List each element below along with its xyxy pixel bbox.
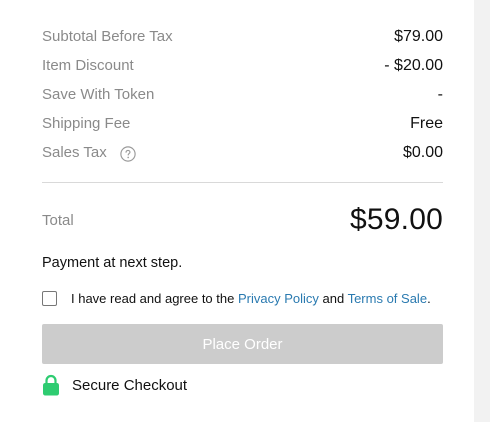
scroll-area-edge xyxy=(474,0,490,422)
shipping-fee-value: Free xyxy=(410,114,443,132)
secure-checkout-label: Secure Checkout xyxy=(72,376,188,394)
lock-icon xyxy=(42,374,60,396)
agreement-row: I have read and agree to the Privacy Pol… xyxy=(42,291,443,306)
agreement-checkbox[interactable] xyxy=(42,291,57,306)
item-discount-row: Item Discount - $20.00 xyxy=(42,51,443,80)
agreement-text: I have read and agree to the Privacy Pol… xyxy=(71,291,431,306)
shipping-fee-label: Shipping Fee xyxy=(42,115,131,132)
checkout-summary-page: Subtotal Before Tax $79.00 Item Discount… xyxy=(0,0,490,422)
token-savings-row: Save With Token - xyxy=(42,80,443,109)
subtotal-row: Subtotal Before Tax $79.00 xyxy=(42,22,443,51)
sales-tax-label: Sales Tax xyxy=(42,144,107,161)
place-order-button[interactable]: Place Order xyxy=(42,324,443,364)
payment-note: Payment at next step. xyxy=(42,255,183,271)
secure-checkout-row: Secure Checkout xyxy=(42,374,443,396)
subtotal-value: $79.00 xyxy=(394,27,443,45)
agreement-suffix: . xyxy=(427,291,431,306)
summary-divider xyxy=(42,182,443,183)
agreement-middle: and xyxy=(318,291,348,306)
subtotal-label: Subtotal Before Tax xyxy=(42,28,173,45)
sales-tax-row: Sales Tax $0.00 xyxy=(42,138,443,167)
token-savings-label: Save With Token xyxy=(42,86,155,103)
terms-of-sale-link[interactable]: Terms of Sale xyxy=(348,291,427,306)
total-label: Total xyxy=(42,211,74,229)
item-discount-label: Item Discount xyxy=(42,57,134,74)
token-savings-value: - xyxy=(437,85,443,103)
total-value: $59.00 xyxy=(350,203,443,236)
agreement-prefix: I have read and agree to the xyxy=(71,291,238,306)
item-discount-value: - $20.00 xyxy=(384,56,443,74)
shipping-fee-row: Shipping Fee Free xyxy=(42,109,443,138)
total-row: Total $59.00 xyxy=(42,200,443,240)
privacy-policy-link[interactable]: Privacy Policy xyxy=(238,291,319,306)
order-summary-panel: Subtotal Before Tax $79.00 Item Discount… xyxy=(42,22,443,396)
question-circle-icon[interactable] xyxy=(120,145,136,162)
sales-tax-label-group: Sales Tax xyxy=(42,144,136,162)
sales-tax-value: $0.00 xyxy=(402,143,443,161)
